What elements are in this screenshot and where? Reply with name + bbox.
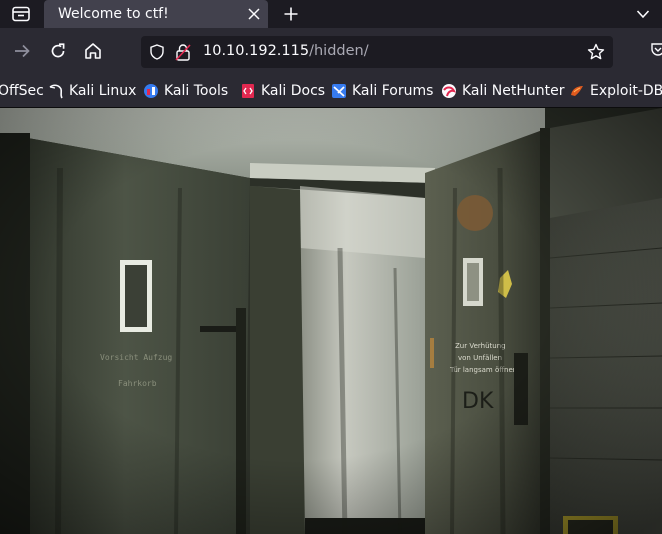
shield-icon[interactable] <box>149 44 165 60</box>
bookmark-label: Kali NetHunter <box>462 83 565 99</box>
chevron-down-icon[interactable] <box>636 8 650 20</box>
bookmark-label: Kali Linux <box>69 83 137 99</box>
bookmark-label: Kali Forums <box>352 83 434 99</box>
insecure-lock-icon[interactable] <box>175 43 191 61</box>
bookmark-kali-linux[interactable]: Kali Linux <box>48 81 136 101</box>
bookmark-label: OffSec <box>0 83 44 99</box>
nethunter-icon <box>442 84 456 98</box>
page-content: Vorsicht Aufzug Fahrkorb Zur Verhütung v… <box>0 108 662 534</box>
bookmark-kali-tools[interactable]: Kali Tools <box>143 81 228 101</box>
url-path: /hidden/ <box>309 43 369 59</box>
home-icon[interactable] <box>83 41 103 61</box>
kali-forums-icon <box>332 84 346 98</box>
navigation-toolbar: 10.10.192.115/hidden/ <box>0 28 662 73</box>
reload-icon[interactable] <box>48 41 68 61</box>
tab-active[interactable]: Welcome to ctf! <box>44 0 268 28</box>
bookmark-label: Kali Tools <box>164 83 229 99</box>
url-host: 10.10.192.115 <box>203 43 310 59</box>
elevator-photo: Vorsicht Aufzug Fahrkorb Zur Verhütung v… <box>0 108 662 534</box>
bookmarks-toolbar: OffSec Kali Linux Kali Tools Kali Docs K… <box>0 73 662 108</box>
kali-docs-icon <box>242 84 254 98</box>
bookmark-kali-docs[interactable]: Kali Docs <box>240 81 325 101</box>
tab-title: Welcome to ctf! <box>58 6 169 22</box>
pocket-icon[interactable] <box>650 41 662 59</box>
bookmark-kali-forums[interactable]: Kali Forums <box>331 81 433 101</box>
address-bar[interactable]: 10.10.192.115/hidden/ <box>141 36 613 68</box>
plus-icon[interactable] <box>283 6 299 22</box>
bookmark-label: Exploit-DB <box>590 83 662 99</box>
exploit-db-icon <box>571 86 583 96</box>
kali-tools-icon <box>144 84 158 98</box>
close-icon[interactable] <box>247 7 261 21</box>
forward-arrow-icon[interactable] <box>12 41 32 61</box>
tab-strip: Welcome to ctf! <box>0 0 662 28</box>
bookmark-star-icon[interactable] <box>587 43 605 61</box>
kali-dragon-icon <box>49 84 63 99</box>
bookmark-label: Kali Docs <box>261 83 326 99</box>
url-text: 10.10.192.115/hidden/ <box>203 43 369 59</box>
bookmark-offsec[interactable]: OffSec <box>0 81 44 101</box>
bookmark-kali-nethunter[interactable]: Kali NetHunter <box>441 81 564 101</box>
firefox-view-icon[interactable] <box>12 6 30 22</box>
bookmark-exploit-db[interactable]: Exploit-DB <box>569 81 662 101</box>
